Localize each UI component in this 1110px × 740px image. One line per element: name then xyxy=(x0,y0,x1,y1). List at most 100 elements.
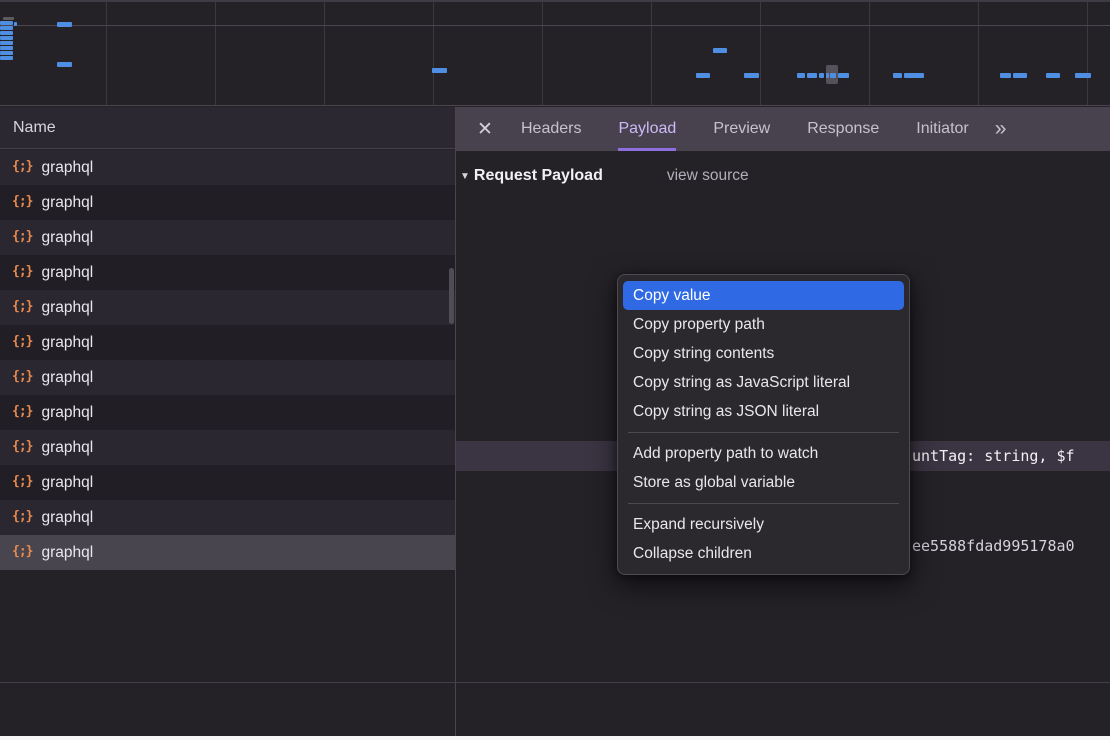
json-file-icon: {;} xyxy=(12,299,32,314)
column-header-name[interactable]: Name xyxy=(0,107,455,149)
scrollbar-thumb[interactable] xyxy=(449,268,454,324)
request-row[interactable]: {;} graphql xyxy=(0,150,455,185)
menu-item-store-as-global-variable[interactable]: Store as global variable xyxy=(623,468,904,497)
json-file-icon: {;} xyxy=(12,159,32,174)
overview-lane-divider xyxy=(0,25,1110,26)
tab-response[interactable]: Response xyxy=(807,107,879,151)
request-row[interactable]: {;}graphql xyxy=(0,430,455,465)
tab-headers[interactable]: Headers xyxy=(521,107,581,151)
request-row[interactable]: {;} graphql xyxy=(0,220,455,255)
panel-resize-divider[interactable] xyxy=(455,107,456,736)
overview-request-bar xyxy=(0,56,13,60)
menu-item-copy-string-as-json-literal[interactable]: Copy string as JSON literal xyxy=(623,397,904,426)
overview-request-bar xyxy=(904,73,924,78)
overview-request-bar xyxy=(713,48,727,53)
json-file-icon: {;} xyxy=(12,194,32,209)
tab-initiator[interactable]: Initiator xyxy=(916,107,968,151)
tab-payload[interactable]: Payload xyxy=(618,107,676,151)
menu-item-copy-string-contents[interactable]: Copy string contents xyxy=(623,339,904,368)
detail-tabbar: ✕ Headers Payload Preview Response Initiator… xyxy=(456,107,1110,151)
overview-request-bar xyxy=(838,73,849,78)
overview-gridline xyxy=(433,2,434,105)
devtools-network-panel: Name {;}graphql{;}graphql{;}graphql{;}gr… xyxy=(0,0,1110,740)
overview-gridline xyxy=(542,2,543,105)
window-bottom-edge xyxy=(0,736,1110,740)
request-name: graphql xyxy=(41,509,93,527)
request-row[interactable]: {;}graphql xyxy=(0,465,455,500)
menu-item-expand-recursively[interactable]: Expand recursively xyxy=(623,510,904,539)
overview-gridline xyxy=(106,2,107,105)
request-row[interactable]: {;} graphql xyxy=(0,360,455,395)
overview-request-bar xyxy=(0,26,13,30)
request-name: graphql xyxy=(41,334,93,352)
overview-request-bar xyxy=(57,62,72,67)
overview-request-bar xyxy=(830,73,836,78)
overview-request-bar xyxy=(0,31,13,35)
json-file-icon: {;} xyxy=(12,509,32,524)
menu-item-add-property-path-to-watch[interactable]: Add property path to watch xyxy=(623,439,904,468)
request-name: graphql xyxy=(41,229,93,247)
json-file-icon: {;} xyxy=(12,334,32,349)
overview-request-bar xyxy=(3,17,14,20)
view-source-link[interactable]: view source xyxy=(667,167,749,185)
overview-request-bar xyxy=(0,46,13,50)
request-row[interactable]: {;} graphql xyxy=(0,395,455,430)
overview-gridline xyxy=(978,2,979,105)
overview-gridline xyxy=(215,2,216,105)
overview-request-bar xyxy=(0,51,13,55)
detail-tabs: Headers Payload Preview Response Initiator xyxy=(521,107,969,151)
json-file-icon: {;} xyxy=(12,544,32,559)
overview-request-bar xyxy=(696,73,710,78)
json-file-icon: {;} xyxy=(12,439,32,454)
json-file-icon: {;} xyxy=(12,229,32,244)
request-name: graphql xyxy=(41,544,93,562)
request-row[interactable]: {;} graphql xyxy=(0,325,455,360)
menu-item-copy-string-as-javascript-literal[interactable]: Copy string as JavaScript literal xyxy=(623,368,904,397)
menu-separator xyxy=(628,503,899,504)
overview-request-bar xyxy=(0,41,13,45)
request-name: graphql xyxy=(41,159,93,177)
request-row[interactable]: {;} graphql xyxy=(0,185,455,220)
overview-request-bar xyxy=(1000,73,1011,78)
request-payload-section-header[interactable]: ▼ Request Payload view source xyxy=(460,167,749,185)
overview-request-bar xyxy=(1075,73,1091,78)
overview-request-bar xyxy=(807,73,817,78)
overview-gridline xyxy=(869,2,870,105)
requests-panel: Name {;}graphql{;}graphql{;}graphql{;}gr… xyxy=(0,107,455,736)
request-name: graphql xyxy=(41,194,93,212)
json-file-icon: {;} xyxy=(12,369,32,384)
request-row[interactable]: {;} graphql xyxy=(0,290,455,325)
tab-preview[interactable]: Preview xyxy=(713,107,770,151)
menu-item-copy-property-path[interactable]: Copy property path xyxy=(623,310,904,339)
menu-item-collapse-children[interactable]: Collapse children xyxy=(623,539,904,568)
more-tabs-icon[interactable]: » xyxy=(995,117,1005,141)
request-name: graphql xyxy=(41,369,93,387)
overview-request-bar xyxy=(0,21,13,25)
network-overview-timeline[interactable] xyxy=(0,2,1110,106)
close-icon[interactable]: ✕ xyxy=(473,118,497,141)
json-file-icon: {;} xyxy=(12,264,32,279)
overview-request-bar xyxy=(744,73,759,78)
collapse-section-triangle-icon[interactable]: ▼ xyxy=(460,171,470,182)
overview-request-bar xyxy=(14,22,17,26)
overview-gridline xyxy=(760,2,761,105)
overview-request-bar xyxy=(1046,73,1060,78)
menu-separator xyxy=(628,432,899,433)
request-name: graphql xyxy=(41,404,93,422)
overview-request-bar xyxy=(826,73,829,78)
overview-request-bar xyxy=(432,68,447,73)
column-header-label: Name xyxy=(13,119,56,137)
json-file-icon: {;} xyxy=(12,404,32,419)
request-payload-title: Request Payload xyxy=(474,167,603,185)
request-row[interactable]: {;} graphql xyxy=(0,535,455,570)
json-string-value-fragment: untTag: string, $f xyxy=(912,441,1075,471)
menu-item-copy-value[interactable]: Copy value xyxy=(623,281,904,310)
request-row[interactable]: {;} graphql xyxy=(0,500,455,535)
overview-request-bar xyxy=(1013,73,1027,78)
request-name: graphql xyxy=(41,299,93,317)
overview-gridline xyxy=(651,2,652,105)
summary-bar-divider xyxy=(0,682,1110,683)
request-row[interactable]: {;}graphql xyxy=(0,255,455,290)
request-list: {;} graphql {;} graphql {;} graphql {;} graphql… xyxy=(0,150,455,570)
overview-request-bar xyxy=(893,73,902,78)
